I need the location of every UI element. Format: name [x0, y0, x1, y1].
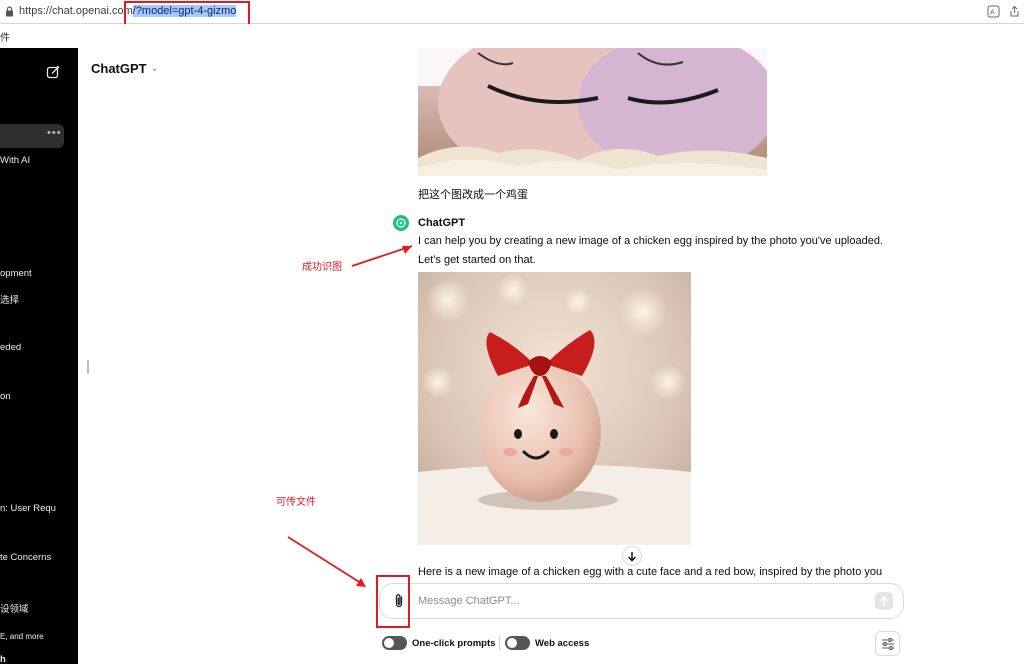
web-access-toggle[interactable]: [505, 636, 530, 650]
bookmarks-bar: 件: [0, 24, 1024, 48]
sidebar-item[interactable]: 设领域: [0, 601, 29, 615]
sidebar-item[interactable]: n: User Requ: [0, 503, 56, 514]
sidebar-item[interactable]: 选择: [0, 292, 19, 306]
user-message: 把这个图改成一个鸡蛋: [418, 189, 528, 201]
toggle-divider: [499, 636, 500, 650]
scroll-down-button[interactable]: [622, 546, 642, 566]
translate-icon[interactable]: A: [987, 5, 1000, 18]
annotation-upload: 可传文件: [276, 497, 316, 508]
sidebar-resize-handle[interactable]: [87, 360, 89, 374]
url-highlight-box: [124, 1, 250, 26]
assistant-message-line: Let's get started on that.: [418, 254, 536, 266]
annotation-arrow-icon: [351, 245, 413, 267]
svg-text:A: A: [990, 10, 995, 17]
generated-egg-image[interactable]: [418, 272, 691, 545]
assistant-name: ChatGPT: [418, 217, 466, 229]
sidebar-item[interactable]: te Concerns: [0, 552, 51, 563]
chevron-down-icon: ⌄: [150, 63, 159, 73]
settings-button[interactable]: [875, 631, 900, 656]
send-button[interactable]: [875, 592, 893, 610]
one-click-prompts-toggle[interactable]: [382, 636, 407, 650]
sidebar-item[interactable]: eded: [0, 342, 21, 353]
sidebar-item[interactable]: opment: [0, 268, 32, 279]
sidebar-item[interactable]: With AI: [0, 155, 30, 166]
message-input[interactable]: Message ChatGPT...: [418, 595, 520, 607]
sidebar-user[interactable]: h: [0, 654, 6, 664]
one-click-prompts-label: One-click prompts: [412, 638, 496, 649]
more-options-icon[interactable]: •••: [47, 127, 62, 139]
assistant-message-line: Here is a new image of a chicken egg wit…: [418, 566, 883, 578]
url-prefix: https://chat.openai.com: [19, 5, 133, 17]
sliders-icon: [881, 637, 894, 650]
new-chat-icon[interactable]: [46, 65, 60, 79]
web-access-label: Web access: [535, 638, 590, 649]
chatgpt-logo-icon: [393, 215, 409, 231]
sidebar-item[interactable]: on: [0, 391, 11, 402]
annotation-recognized: 成功识图: [302, 262, 342, 273]
lock-icon: [6, 6, 13, 17]
model-selector[interactable]: ChatGPT ⌄: [91, 61, 158, 76]
share-icon[interactable]: [1008, 5, 1021, 18]
sidebar: ••• With AI opment 选择 eded on n: User Re…: [0, 48, 78, 664]
assistant-message-line: I can help you by creating a new image o…: [418, 235, 884, 247]
sidebar-upgrade-text[interactable]: E, and more: [0, 632, 44, 641]
attach-highlight-box: [376, 575, 410, 628]
model-name: ChatGPT: [91, 61, 147, 76]
bookmark-item[interactable]: 件: [0, 29, 10, 44]
annotation-arrow-icon: [287, 536, 366, 587]
uploaded-image[interactable]: [418, 48, 767, 176]
